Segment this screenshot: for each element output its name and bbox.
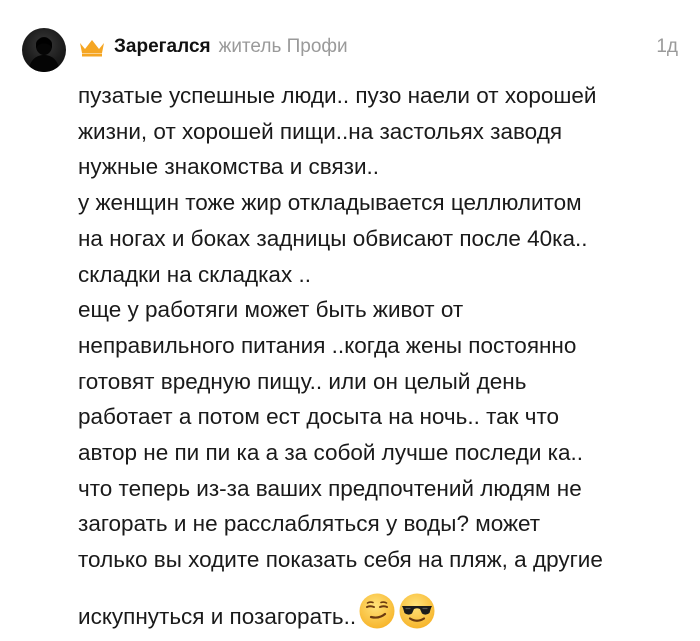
comment-card: Зарегался житель Профи 1д пузатые успешн… xyxy=(0,0,700,629)
comment-line: у женщин тоже жир откладывается целлюлит… xyxy=(78,190,582,216)
comment-line: готовят вредную пищу.. или он целый день xyxy=(78,368,527,394)
comment-line: жизни, от хорошей пищи..на застольях зав… xyxy=(78,118,563,144)
avatar[interactable] xyxy=(22,28,66,72)
comment-time: 1д xyxy=(656,36,678,57)
comment-line: нужные знакомства и связи.. xyxy=(78,154,380,180)
author-status: житель Профи xyxy=(218,36,348,57)
comment-line: только вы ходите показать себя на пляж, … xyxy=(78,547,603,573)
comment-line: что теперь из-за ваших предпочтений людя… xyxy=(78,475,582,501)
comment-header: Зарегался житель Профи 1д xyxy=(78,32,678,62)
author-name[interactable]: Зарегался xyxy=(114,36,211,58)
sunglasses-face-emoji-icon xyxy=(398,592,436,630)
comment-line: загорать и не расслабляться у воды? може… xyxy=(78,511,541,537)
comment-line: складки на складках .. xyxy=(78,261,311,287)
comment-line: на ногах и боках задницы обвисают после … xyxy=(78,225,588,251)
smirking-face-emoji-icon xyxy=(358,592,396,630)
comment-line: еще у работяги может быть живот от xyxy=(78,297,464,323)
comment-line: автор не пи пи ка а за собой лучше после… xyxy=(78,440,583,466)
comment-last-line: искупнуться и позагорать.. xyxy=(78,592,678,635)
comment-line: пузатые успешные люди.. пузо наели от хо… xyxy=(78,83,597,108)
comment-body: пузатые успешные люди.. пузо наели от хо… xyxy=(78,78,678,635)
comment-line-text: искупнуться и позагорать.. xyxy=(78,603,357,629)
avatar-silhouette-icon xyxy=(28,37,60,72)
comment-line: работает а потом ест досыта на ночь.. та… xyxy=(78,404,560,430)
comment-line: неправильного питания ..когда жены посто… xyxy=(78,332,577,358)
crown-icon xyxy=(78,37,106,57)
